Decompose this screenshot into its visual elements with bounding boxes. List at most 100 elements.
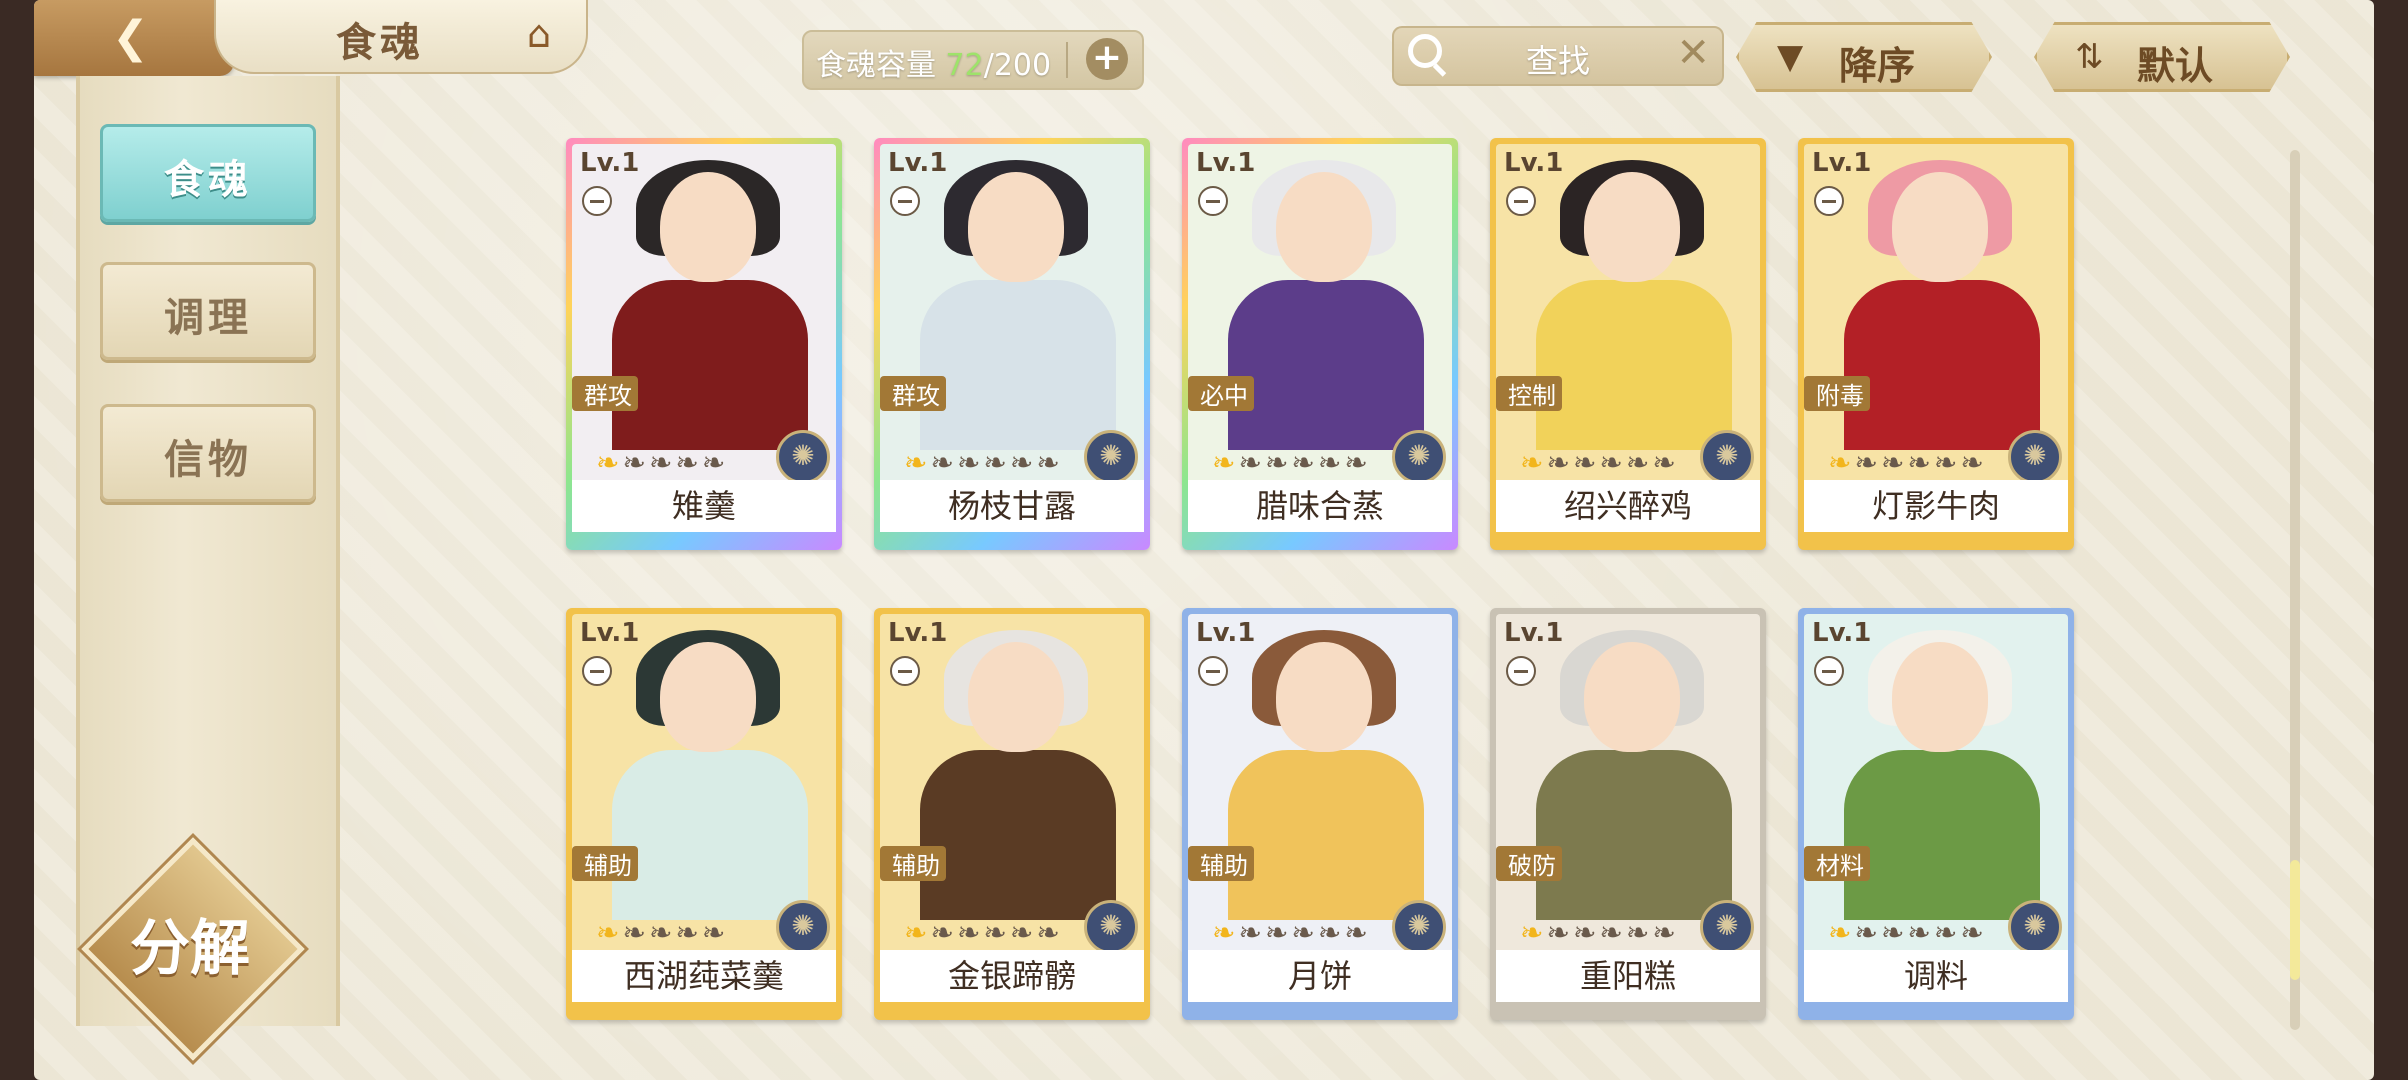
star-rating: ❧❧❧❧❧ <box>596 916 728 949</box>
card-name: 灯影牛肉 <box>1804 480 2068 532</box>
flame-icon: ❧ <box>701 446 729 479</box>
sidebar-item-soul[interactable]: 食魂 <box>100 124 316 222</box>
flame-icon: ❧ <box>622 916 649 949</box>
card-inner: Lv.1 辅助 ❧❧❧❧❧❧ ✺ <box>1188 614 1452 1002</box>
element-emblem-icon: ✺ <box>2008 430 2062 484</box>
flame-icon: ❧ <box>1828 446 1855 479</box>
capacity-current: 72 <box>945 48 984 83</box>
flame-icon: ❧ <box>1264 916 1292 949</box>
flame-icon: ❧ <box>1036 446 1063 479</box>
level-label: Lv.1 <box>580 618 640 648</box>
food-soul-card[interactable]: Lv.1 附毒 ❧❧❧❧❧❧ ✺ 灯影牛肉 <box>1798 138 2074 550</box>
character-face <box>1276 172 1372 282</box>
flame-icon: ❧ <box>956 446 984 479</box>
level-label: Lv.1 <box>888 148 948 178</box>
plus-icon[interactable]: + <box>1086 38 1128 80</box>
star-rating: ❧❧❧❧❧❧ <box>1520 916 1679 949</box>
flame-icon: ❧ <box>1520 916 1547 949</box>
element-emblem-icon: ✺ <box>1084 900 1138 954</box>
flame-icon: ❧ <box>1933 446 1961 479</box>
food-soul-card[interactable]: Lv.1 辅助 ❧❧❧❧❧❧ ✺ 月饼 <box>1182 608 1458 1020</box>
card-inner: Lv.1 附毒 ❧❧❧❧❧❧ ✺ <box>1804 144 2068 532</box>
flame-icon: ❧ <box>1960 916 1987 949</box>
sort-order-label: 降序 <box>1839 43 1916 88</box>
flame-icon: ❧ <box>983 446 1010 479</box>
food-soul-card[interactable]: Lv.1 必中 ❧❧❧❧❧❧ ✺ 腊味合蒸 <box>1182 138 1458 550</box>
scrollbar[interactable] <box>2290 150 2300 1030</box>
filter-default-button[interactable]: ⇅ 默认 <box>2034 22 2290 92</box>
card-inner: Lv.1 破防 ❧❧❧❧❧❧ ✺ <box>1496 614 1760 1002</box>
element-emblem-icon: ✺ <box>1700 430 1754 484</box>
level-label: Lv.1 <box>580 148 640 178</box>
scroll-thumb[interactable] <box>2290 860 2300 980</box>
flame-icon: ❧ <box>1546 446 1573 479</box>
role-badge: 附毒 <box>1804 376 1870 411</box>
level-label: Lv.1 <box>1812 148 1872 178</box>
search-input[interactable]: 查找 ✕ <box>1392 26 1724 86</box>
flame-icon: ❧ <box>1907 916 1934 949</box>
card-name: 重阳糕 <box>1496 950 1760 1002</box>
sidebar-item-label: 食魂 <box>164 156 252 203</box>
card-inner: Lv.1 辅助 ❧❧❧❧❧ ✺ <box>572 614 836 1002</box>
flame-icon: ❧ <box>904 916 931 949</box>
flame-icon: ❧ <box>675 916 702 949</box>
star-rating: ❧❧❧❧❧❧ <box>1212 446 1371 479</box>
level-label: Lv.1 <box>1504 618 1564 648</box>
flame-icon: ❧ <box>904 446 931 479</box>
flame-icon: ❧ <box>648 446 676 479</box>
role-badge: 破防 <box>1496 846 1562 881</box>
card-name: 月饼 <box>1188 950 1452 1002</box>
food-soul-card[interactable]: Lv.1 群攻 ❧❧❧❧❧❧ ✺ 杨枝甘露 <box>874 138 1150 550</box>
back-button[interactable]: ❮ <box>34 0 234 76</box>
flame-icon: ❧ <box>1854 916 1881 949</box>
flame-icon: ❧ <box>1264 446 1292 479</box>
flame-icon: ❧ <box>1625 446 1653 479</box>
flame-icon: ❧ <box>1933 916 1961 949</box>
home-icon[interactable]: ⌂ <box>516 14 562 54</box>
element-emblem-icon: ✺ <box>2008 900 2062 954</box>
flame-icon: ❧ <box>1212 446 1239 479</box>
food-soul-card[interactable]: Lv.1 材料 ❧❧❧❧❧❧ ✺ 调料 <box>1798 608 2074 1020</box>
flame-icon: ❧ <box>1599 446 1626 479</box>
card-inner: Lv.1 辅助 ❧❧❧❧❧❧ ✺ <box>880 614 1144 1002</box>
flame-icon: ❧ <box>1652 446 1679 479</box>
flame-icon: ❧ <box>1344 446 1371 479</box>
character-body <box>1536 750 1732 920</box>
character-body <box>1536 280 1732 450</box>
search-placeholder: 查找 <box>1525 42 1590 80</box>
card-inner: Lv.1 控制 ❧❧❧❧❧❧ ✺ <box>1496 144 1760 532</box>
food-soul-card[interactable]: Lv.1 辅助 ❧❧❧❧❧ ✺ 西湖莼菜羹 <box>566 608 842 1020</box>
role-badge: 辅助 <box>1188 846 1254 881</box>
character-body <box>612 750 808 920</box>
food-soul-card[interactable]: Lv.1 群攻 ❧❧❧❧❧ ✺ 雉羹 <box>566 138 842 550</box>
flame-icon: ❧ <box>1291 446 1318 479</box>
flame-icon: ❧ <box>1291 916 1318 949</box>
role-badge: 控制 <box>1496 376 1562 411</box>
star-rating: ❧❧❧❧❧❧ <box>904 916 1063 949</box>
character-face <box>1276 642 1372 752</box>
flame-icon: ❧ <box>1625 916 1653 949</box>
flame-icon: ❧ <box>930 916 957 949</box>
star-rating: ❧❧❧❧❧ <box>596 446 728 479</box>
flame-icon: ❧ <box>1599 916 1626 949</box>
flame-icon: ❧ <box>1036 916 1063 949</box>
sidebar-item-token[interactable]: 信物 <box>100 404 316 502</box>
food-soul-card[interactable]: Lv.1 控制 ❧❧❧❧❧❧ ✺ 绍兴醉鸡 <box>1490 138 1766 550</box>
character-face <box>1584 172 1680 282</box>
close-icon[interactable]: ✕ <box>1676 30 1710 76</box>
sidebar-item-cultivate[interactable]: 调理 <box>100 262 316 360</box>
flame-icon: ❧ <box>1238 446 1265 479</box>
flame-icon: ❧ <box>1572 916 1600 949</box>
flame-icon: ❧ <box>1009 446 1037 479</box>
food-soul-card[interactable]: Lv.1 破防 ❧❧❧❧❧❧ ✺ 重阳糕 <box>1490 608 1766 1020</box>
character-face <box>968 172 1064 282</box>
element-emblem-icon: ✺ <box>1392 430 1446 484</box>
star-rating: ❧❧❧❧❧❧ <box>1212 916 1371 949</box>
food-soul-card[interactable]: Lv.1 辅助 ❧❧❧❧❧❧ ✺ 金银蹄髈 <box>874 608 1150 1020</box>
star-rating: ❧❧❧❧❧❧ <box>1828 446 1987 479</box>
flame-icon: ❧ <box>622 446 649 479</box>
flame-icon: ❧ <box>1854 446 1881 479</box>
card-name: 西湖莼菜羹 <box>572 950 836 1002</box>
sort-order-button[interactable]: ▼ 降序 <box>1736 22 1992 92</box>
filter-default-label: 默认 <box>2137 43 2214 88</box>
